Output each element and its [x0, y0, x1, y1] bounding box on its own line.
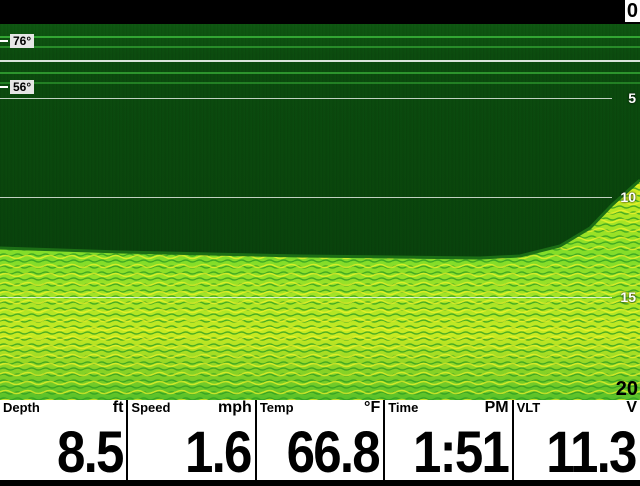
temp-marker: 76°: [0, 34, 35, 48]
readout-time: Time PM 1:51: [385, 399, 514, 485]
sonar-display: 0 5 10 15 20 76° 56°: [0, 0, 640, 400]
depth-gridline: [0, 297, 612, 298]
readout-label: Temp: [259, 400, 294, 415]
depth-scale-bottom: 20: [615, 378, 638, 400]
temp-marker-label: 56°: [10, 80, 35, 94]
readout-temp: Temp °F 66.8: [257, 399, 386, 485]
depth-mark-15: 15: [620, 289, 636, 305]
readout-depth: Depth ft 8.5: [0, 399, 129, 485]
readout-label: VLT: [516, 400, 541, 415]
readout-label: Time: [388, 400, 419, 415]
digital-readout-bar: Depth ft 8.5 Speed mph 1.6 Temp °F 66.8 …: [0, 399, 640, 485]
depth-scale-top: 0: [624, 0, 640, 22]
temp-marker: 56°: [0, 80, 35, 94]
readout-label: Depth: [3, 400, 40, 415]
depth-mark-10: 10: [620, 189, 636, 205]
readout-value: 66.8: [286, 420, 381, 485]
readout-unit: ft: [112, 399, 124, 416]
readout-unit: °F: [364, 399, 381, 416]
readout-value: 1:51: [412, 420, 510, 485]
readout-label: Speed: [131, 400, 171, 415]
readout-value: 8.5: [56, 420, 124, 485]
depth-gridline: [0, 98, 612, 99]
readout-unit: V: [626, 399, 638, 416]
readout-value: 11.3: [546, 420, 638, 485]
readout-value: 1.6: [185, 420, 252, 485]
readout-speed: Speed mph 1.6: [128, 399, 257, 485]
temp-marker-tick: [0, 40, 8, 42]
depth-gridline: [0, 197, 612, 198]
readout-unit: PM: [484, 399, 509, 416]
depth-mark-5: 5: [628, 90, 636, 106]
readout-voltage: VLT V 11.3: [514, 399, 640, 485]
temp-marker-tick: [0, 86, 8, 88]
temp-marker-label: 76°: [10, 34, 35, 48]
readout-unit: mph: [218, 399, 252, 416]
sonar-bottom-return: [0, 178, 640, 400]
